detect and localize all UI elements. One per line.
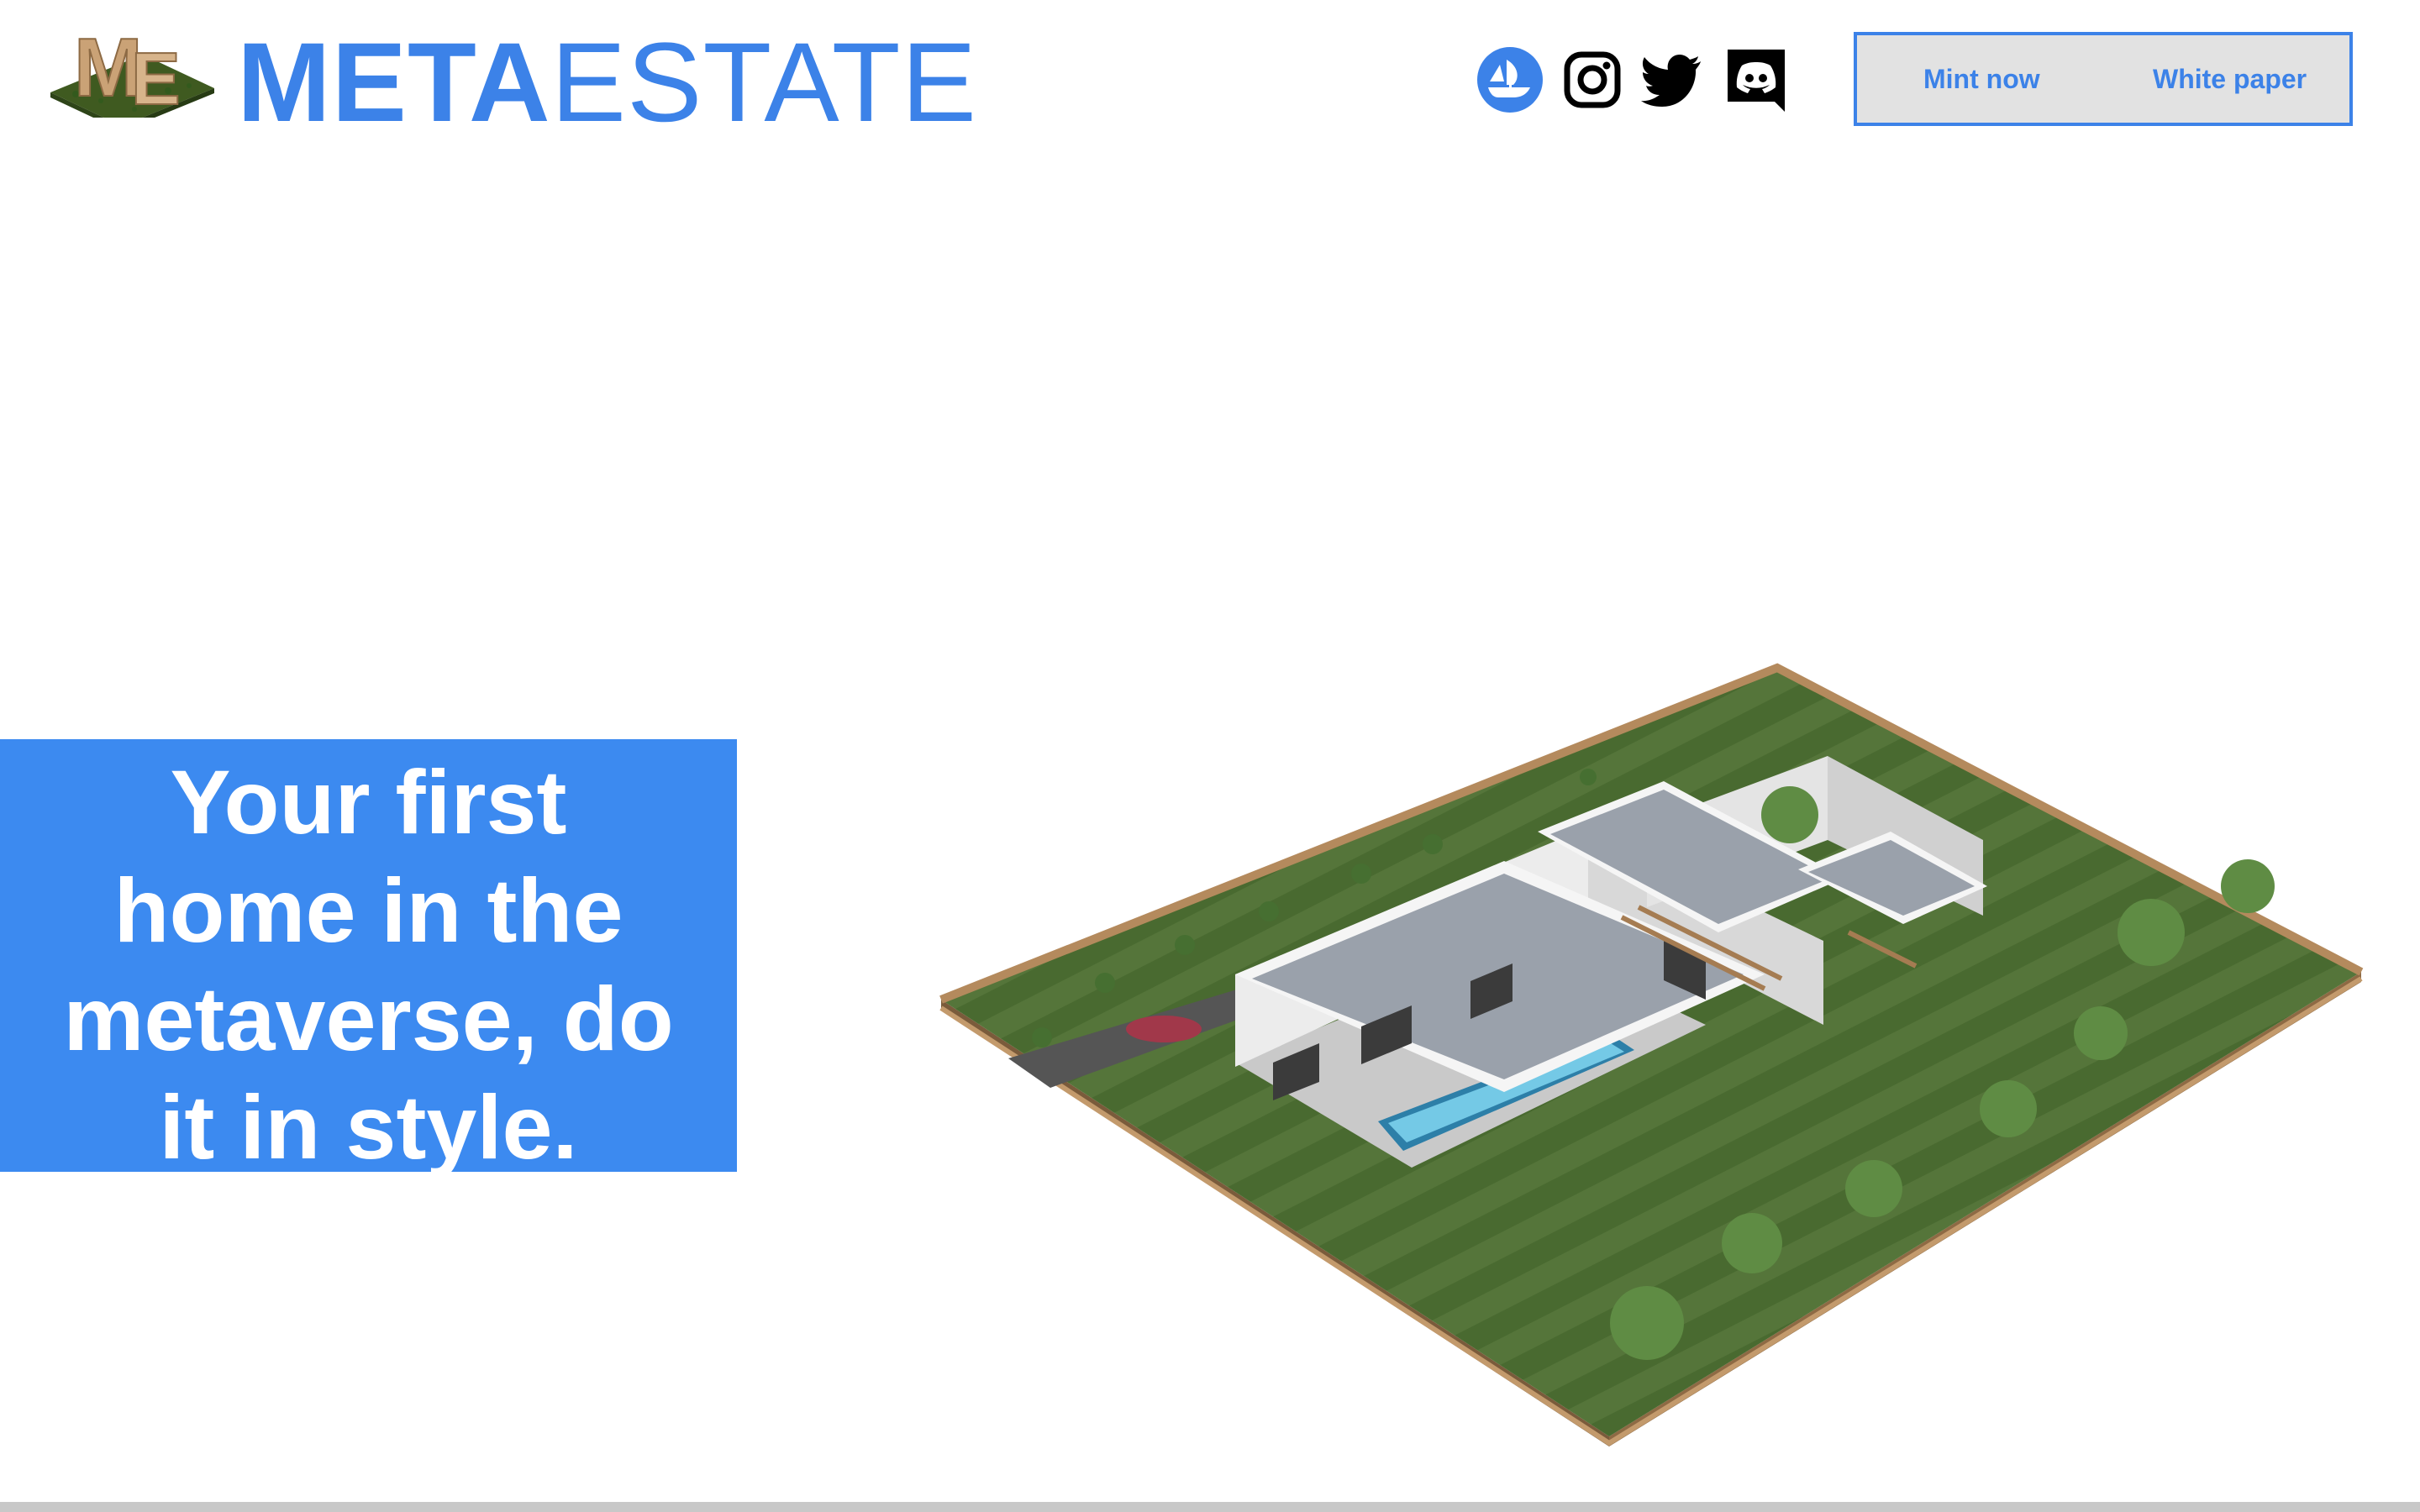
metaestate-logo[interactable]: M E <box>42 8 218 118</box>
brand-estate: ESTATE <box>550 20 978 145</box>
white-paper-link[interactable]: White paper <box>2153 35 2307 123</box>
svg-text:E: E <box>131 37 181 118</box>
bottom-divider <box>0 1502 2420 1512</box>
hero-line: Your first <box>170 751 567 853</box>
hero-line: it in style. <box>159 1076 578 1178</box>
opensea-icon[interactable] <box>1476 46 1544 113</box>
hero-line: metaverse, do <box>63 968 674 1069</box>
isometric-house-render <box>939 663 2364 1446</box>
discord-icon[interactable] <box>1723 46 1790 113</box>
site-header: M E METAESTATE Mint now White paper <box>0 0 2420 168</box>
mint-now-button[interactable]: Mint now <box>1923 35 2040 123</box>
hero-banner: Your first home in the metaverse, do it … <box>0 739 737 1178</box>
nav-buttons: Mint now White paper <box>1854 32 2353 126</box>
hero-line: home in the <box>113 859 623 961</box>
brand-meta: META <box>237 20 551 145</box>
twitter-icon[interactable] <box>1640 46 1707 113</box>
brand-name[interactable]: METAESTATE <box>237 20 977 146</box>
hero-tagline: Your first home in the metaverse, do it … <box>25 748 712 1181</box>
instagram-icon[interactable] <box>1559 46 1626 113</box>
